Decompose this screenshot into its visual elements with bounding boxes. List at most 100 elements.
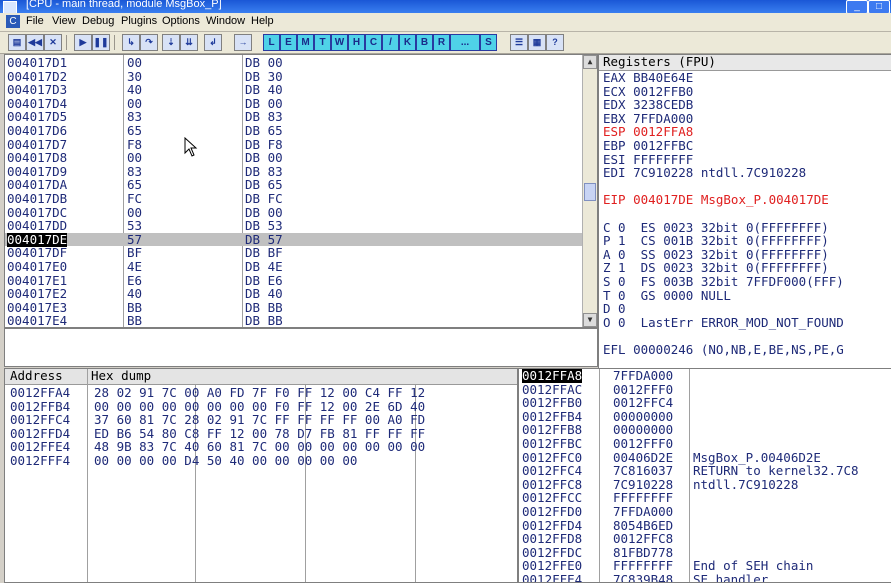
stack-row[interactable]: 0012FFD0 7FFDA000 — [519, 505, 891, 519]
disasm-row[interactable]: 004017E2 40 DB 40 — [5, 287, 597, 301]
register-line[interactable]: S 0 FS 003B 32bit 7FFDF000(FFF) — [603, 275, 844, 289]
register-line[interactable]: EAX BB40E64E — [603, 71, 693, 85]
disasm-row[interactable]: 004017D9 83 DB 83 — [5, 165, 597, 179]
disasm-row[interactable]: 004017DF BF DB BF — [5, 246, 597, 260]
register-line[interactable]: EIP 004017DE MsgBox_P.004017DE — [603, 193, 829, 207]
disasm-row[interactable]: 004017E0 4E DB 4E — [5, 260, 597, 274]
menu-window[interactable]: Window — [206, 15, 245, 27]
trace-over-icon[interactable]: ⇊ — [180, 34, 198, 51]
stack-value: 7FFDA000 — [613, 504, 674, 519]
disasm-address: 004017E0 — [7, 259, 68, 274]
register-line[interactable]: D 0 — [603, 302, 626, 316]
register-line[interactable]: P 1 CS 001B 32bit 0(FFFFFFFF) — [603, 234, 829, 248]
menu-debug[interactable]: Debug — [82, 15, 114, 27]
disasm-row[interactable]: 004017E1 E6 DB E6 — [5, 273, 597, 288]
register-line[interactable]: O 0 LastErr ERROR_MOD_NOT_FOUND — [603, 316, 844, 330]
breakpoints-button[interactable]: B — [416, 34, 433, 51]
handles-button[interactable]: H — [348, 34, 365, 51]
cpu-button[interactable]: C — [365, 34, 382, 51]
disasm-row[interactable]: 004017D3 40 DB 40 — [5, 83, 597, 97]
menu-file[interactable]: File — [26, 15, 44, 27]
disasm-row[interactable]: 004017D1 00 DB 00 — [5, 56, 597, 70]
stack-row[interactable]: 0012FFBC 0012FFF0 — [519, 437, 891, 451]
close-icon[interactable]: ✕ — [44, 34, 62, 51]
dump-hex-bytes[interactable]: 37 60 81 7C 28 02 91 7C FF FF FF FF 00 A… — [94, 413, 425, 427]
log-window-button[interactable]: L — [263, 34, 280, 51]
pause-icon[interactable]: ❚❚ — [92, 34, 110, 51]
disasm-row[interactable]: 004017DC 00 DB 00 — [5, 205, 597, 220]
dump-hex-header[interactable]: Hex dump — [91, 369, 151, 383]
stack-address: 0012FFE4 — [522, 572, 583, 583]
disasm-row[interactable]: 004017E4 BB DB BB — [5, 314, 597, 328]
windows-button[interactable]: W — [331, 34, 348, 51]
appearance-icon[interactable]: ▦ — [528, 34, 546, 51]
help-icon[interactable]: ? — [546, 34, 564, 51]
disasm-row[interactable]: 004017DA 65 DB 65 — [5, 178, 597, 192]
go-to-icon[interactable]: → — [234, 34, 252, 51]
stack-value: 0012FFC8 — [613, 531, 674, 547]
disassembly-pane[interactable]: 004017D1 00 DB 00 004017D2 30 DB 30 004017D3 40… — [4, 54, 598, 328]
disasm-row[interactable]: 004017D6 65 DB 65 — [5, 124, 597, 138]
references-button[interactable]: R — [433, 34, 450, 51]
execute-till-return-icon[interactable]: ↲ — [204, 34, 222, 51]
disasm-hex: BB — [127, 313, 143, 329]
menu-options[interactable]: Options — [162, 15, 200, 27]
patches-button[interactable]: / — [382, 34, 399, 51]
dump-address-header[interactable]: Address — [10, 369, 63, 383]
minimize-button[interactable]: _ — [846, 0, 868, 14]
modules-button[interactable]: E — [280, 34, 297, 51]
call-stack-button[interactable]: K — [399, 34, 416, 51]
maximize-button[interactable]: □ — [868, 0, 890, 14]
disassembly-scrollbar[interactable]: ▲ ▼ — [582, 55, 597, 327]
disasm-command: DB FC — [245, 191, 283, 206]
disasm-row[interactable]: 004017D5 83 DB 83 — [5, 110, 597, 124]
disasm-row[interactable]: 004017DB FC DB FC — [5, 192, 597, 206]
disasm-row[interactable]: 004017DE 57 DB 57 — [5, 233, 597, 247]
disasm-row[interactable]: 004017DD 53 DB 53 — [5, 219, 597, 233]
stack-row[interactable]: 0012FFA8 7FFDA000 — [519, 369, 891, 383]
scroll-up-icon[interactable]: ▲ — [583, 55, 597, 69]
disasm-row[interactable]: 004017D7 F8 DB F8 — [5, 137, 597, 152]
dump-hex-bytes[interactable]: 00 00 00 00 D4 50 40 00 00 00 00 00 — [94, 454, 357, 468]
disasm-row[interactable]: 004017D4 00 DB 00 — [5, 97, 597, 111]
cpu-window-icon[interactable]: C — [6, 15, 20, 28]
disasm-hex: 00 — [127, 55, 143, 70]
stack-row[interactable]: 0012FFC4 7C816037 RETURN to kernel32.7C8 — [519, 464, 891, 478]
register-line[interactable]: EBP 0012FFBC — [603, 139, 693, 153]
menu-view[interactable]: View — [52, 15, 76, 27]
stack-pane[interactable]: 0012FFA8 7FFDA000 0012FFAC 0012FFF0 0012FFB0… — [518, 368, 891, 583]
open-icon[interactable]: ▤ — [8, 34, 26, 51]
stack-value: 7C839B48 — [613, 572, 674, 583]
disasm-row[interactable]: 004017D2 30 DB 30 — [5, 69, 597, 84]
trace-into-icon[interactable]: ⇣ — [162, 34, 180, 51]
menu-plugins[interactable]: Plugins — [121, 15, 157, 27]
hex-dump-pane[interactable]: Address Hex dump 0012FFA4 28 02 91 7C 00 … — [4, 368, 518, 583]
registers-header[interactable]: Registers (FPU) — [599, 55, 891, 71]
step-over-icon[interactable]: ↷ — [140, 34, 158, 51]
run-icon[interactable]: ▶ — [74, 34, 92, 51]
registers-title: Registers (FPU) — [603, 54, 716, 69]
threads-button[interactable]: T — [314, 34, 331, 51]
list-icon[interactable]: ☰ — [510, 34, 528, 51]
source-button[interactable]: S — [480, 34, 497, 51]
disasm-row[interactable]: 004017E3 BB DB BB — [5, 301, 597, 315]
stack-row[interactable]: 0012FFD8 0012FFC8 — [519, 532, 891, 546]
dump-hex-bytes[interactable]: 28 02 91 7C 00 A0 FD 7F F0 FF 12 00 C4 F… — [94, 386, 425, 400]
scroll-down-icon[interactable]: ▼ — [583, 313, 597, 327]
menu-help[interactable]: Help — [251, 15, 274, 27]
disasm-row[interactable]: 004017D8 00 DB 00 — [5, 151, 597, 165]
register-line[interactable]: EFL 00000246 (NO,NB,E,BE,NS,PE,G — [603, 343, 844, 357]
stack-row[interactable]: 0012FFB0 0012FFC4 — [519, 396, 891, 410]
stack-value: 0012FFF0 — [613, 436, 674, 451]
memory-map-button[interactable]: M — [297, 34, 314, 51]
run-trace-button[interactable]: ... — [450, 34, 480, 51]
toolbar: ▤ ◀◀ ✕ ▶ ❚❚ ↳ ↷ ⇣ ⇊ ↲ → L E M T W H C / … — [0, 32, 891, 54]
disasm-command: DB 40 — [245, 286, 283, 302]
register-line[interactable]: EDI 7C910228 ntdll.7C910228 — [603, 166, 806, 180]
step-into-icon[interactable]: ↳ — [122, 34, 140, 51]
stack-row[interactable]: 0012FFE4 7C839B48 SE handler — [519, 572, 891, 583]
register-line[interactable]: EDX 3238CEDB — [603, 98, 693, 112]
registers-pane[interactable]: Registers (FPU) EAX BB40E64E ECX 0012FFB0… — [598, 54, 891, 370]
restart-icon[interactable]: ◀◀ — [26, 34, 44, 51]
scroll-thumb[interactable] — [584, 183, 596, 201]
